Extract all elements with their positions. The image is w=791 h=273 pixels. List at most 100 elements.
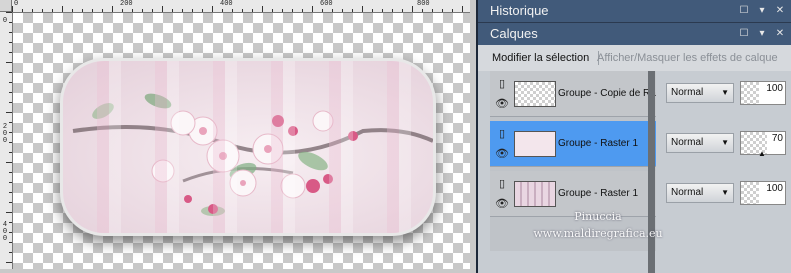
close-icon[interactable]: ✕ — [773, 23, 787, 45]
ruler-tick — [6, 112, 12, 113]
ruler-tick — [292, 9, 293, 12]
ruler-tick — [462, 6, 463, 12]
ruler-tick — [282, 9, 283, 12]
ruler-tick — [212, 6, 213, 12]
ruler-tick — [242, 9, 243, 12]
ruler-tick — [432, 9, 433, 12]
close-icon[interactable]: ✕ — [773, 0, 787, 22]
ruler-tick — [9, 92, 12, 93]
ruler-tick — [222, 9, 223, 12]
ruler-label: 0 — [14, 0, 19, 8]
dropdown-icon[interactable]: ▾ — [755, 23, 769, 45]
ruler-tick — [272, 9, 273, 12]
ruler-label: 400 — [2, 221, 8, 243]
ruler-tick — [9, 32, 12, 33]
layer-properties: Normal ▼ 70 ▲ — [658, 121, 791, 167]
layer-type-icon: ▯ — [498, 78, 506, 90]
ruler-tick — [372, 9, 373, 12]
layer-name: Groupe - Raster 1 — [558, 138, 639, 149]
ruler-tick — [182, 9, 183, 12]
layer-thumbnail — [514, 131, 556, 157]
ruler-tick — [9, 242, 12, 243]
layer-name: Groupe - Copie de Ra — [558, 88, 656, 99]
ruler-tick — [352, 9, 353, 12]
ruler-tick — [9, 152, 12, 153]
ruler-tick — [402, 9, 403, 12]
visibility-eye-icon[interactable]: 👁 — [495, 97, 509, 111]
dropdown-icon[interactable]: ▾ — [755, 0, 769, 22]
layer-row[interactable]: ▯ 👁 Groupe - Copie de Ra — [490, 71, 656, 117]
ruler-tick — [102, 9, 103, 12]
chevron-down-icon: ▼ — [721, 88, 729, 97]
horizontal-scrollbar[interactable] — [0, 269, 470, 273]
ruler-label: 0 — [2, 17, 8, 25]
opacity-slider[interactable]: 100 — [740, 181, 786, 205]
transparency-grid[interactable] — [13, 13, 470, 270]
ruler-tick — [9, 102, 12, 103]
blossom-image[interactable] — [60, 58, 436, 236]
ruler-tick — [142, 9, 143, 12]
layer-row-selected[interactable]: ▯ 👁 Groupe - Raster 1 — [490, 121, 656, 167]
ruler-label: 800 — [417, 0, 430, 8]
ruler-tick — [72, 9, 73, 12]
visibility-eye-icon[interactable]: 👁 — [495, 147, 509, 161]
ruler-tick — [6, 212, 12, 213]
ruler-tick — [362, 6, 363, 12]
opacity-marker-icon[interactable]: ▲ — [758, 149, 766, 158]
maximize-icon[interactable]: ☐ — [737, 0, 751, 22]
ruler-tick — [122, 9, 123, 12]
blend-mode-value: Normal — [671, 137, 704, 148]
layer-thumbnail — [514, 181, 556, 207]
ruler-tick — [392, 9, 393, 12]
ruler-tick — [9, 252, 12, 253]
ruler-label: 400 — [220, 0, 233, 8]
ruler-tick — [332, 9, 333, 12]
blend-mode-select[interactable]: Normal ▼ — [666, 83, 734, 103]
chevron-down-icon: ▼ — [721, 188, 729, 197]
ruler-tick — [9, 202, 12, 203]
ruler-tick — [9, 182, 12, 183]
ruler-horizontal: 0 200 400 600 800 — [12, 0, 470, 13]
layers-scrollbar[interactable] — [648, 71, 655, 273]
ruler-tick — [422, 9, 423, 12]
blend-mode-select[interactable]: Normal ▼ — [666, 183, 734, 203]
blend-mode-value: Normal — [671, 187, 704, 198]
ruler-tick — [9, 132, 12, 133]
blend-mode-select[interactable]: Normal ▼ — [666, 133, 734, 153]
ruler-label: 200 — [120, 0, 133, 8]
ruler-tick — [9, 222, 12, 223]
ruler-tick — [252, 9, 253, 12]
ruler-tick — [312, 6, 313, 12]
ruler-tick — [412, 6, 413, 12]
layer-type-icon: ▯ — [498, 178, 506, 190]
ruler-tick — [302, 9, 303, 12]
watermark-signature: Pinuccia — [574, 210, 622, 223]
opacity-slider[interactable]: 100 — [740, 81, 786, 105]
ruler-tick — [202, 9, 203, 12]
ruler-tick — [382, 9, 383, 12]
ruler-tick — [172, 9, 173, 12]
ruler-tick — [6, 12, 12, 13]
opacity-slider[interactable]: 70 ▲ — [740, 131, 786, 158]
historique-panel-header[interactable]: Historique ☐ ▾ ✕ — [478, 0, 791, 22]
toggle-layer-effects-button[interactable]: Afficher/Masquer les effets de calque — [597, 45, 778, 71]
ruler-tick — [9, 232, 12, 233]
ruler-tick — [452, 9, 453, 12]
ruler-tick — [232, 9, 233, 12]
watermark: Pinuccia www.maldiregrafica.eu — [498, 208, 698, 242]
historique-title: Historique — [490, 3, 549, 18]
calques-panel-header[interactable]: Calques ☐ ▾ ✕ — [478, 23, 791, 45]
layers-toolbar: Modifier la sélection Afficher/Masquer l… — [478, 45, 791, 71]
ruler-tick — [92, 9, 93, 12]
ruler-tick — [262, 6, 263, 12]
ruler-tick — [22, 9, 23, 12]
maximize-icon[interactable]: ☐ — [737, 23, 751, 45]
canvas-area[interactable]: 0 200 400 600 800 0 200 400 — [0, 0, 476, 273]
ruler-tick — [162, 6, 163, 12]
ruler-tick — [9, 192, 12, 193]
ruler-tick — [9, 22, 12, 23]
opacity-value: 100 — [766, 83, 783, 94]
modify-selection-button[interactable]: Modifier la sélection — [492, 45, 589, 71]
ruler-vertical: 0 200 400 — [0, 12, 13, 270]
opacity-value: 70 — [771, 133, 783, 144]
